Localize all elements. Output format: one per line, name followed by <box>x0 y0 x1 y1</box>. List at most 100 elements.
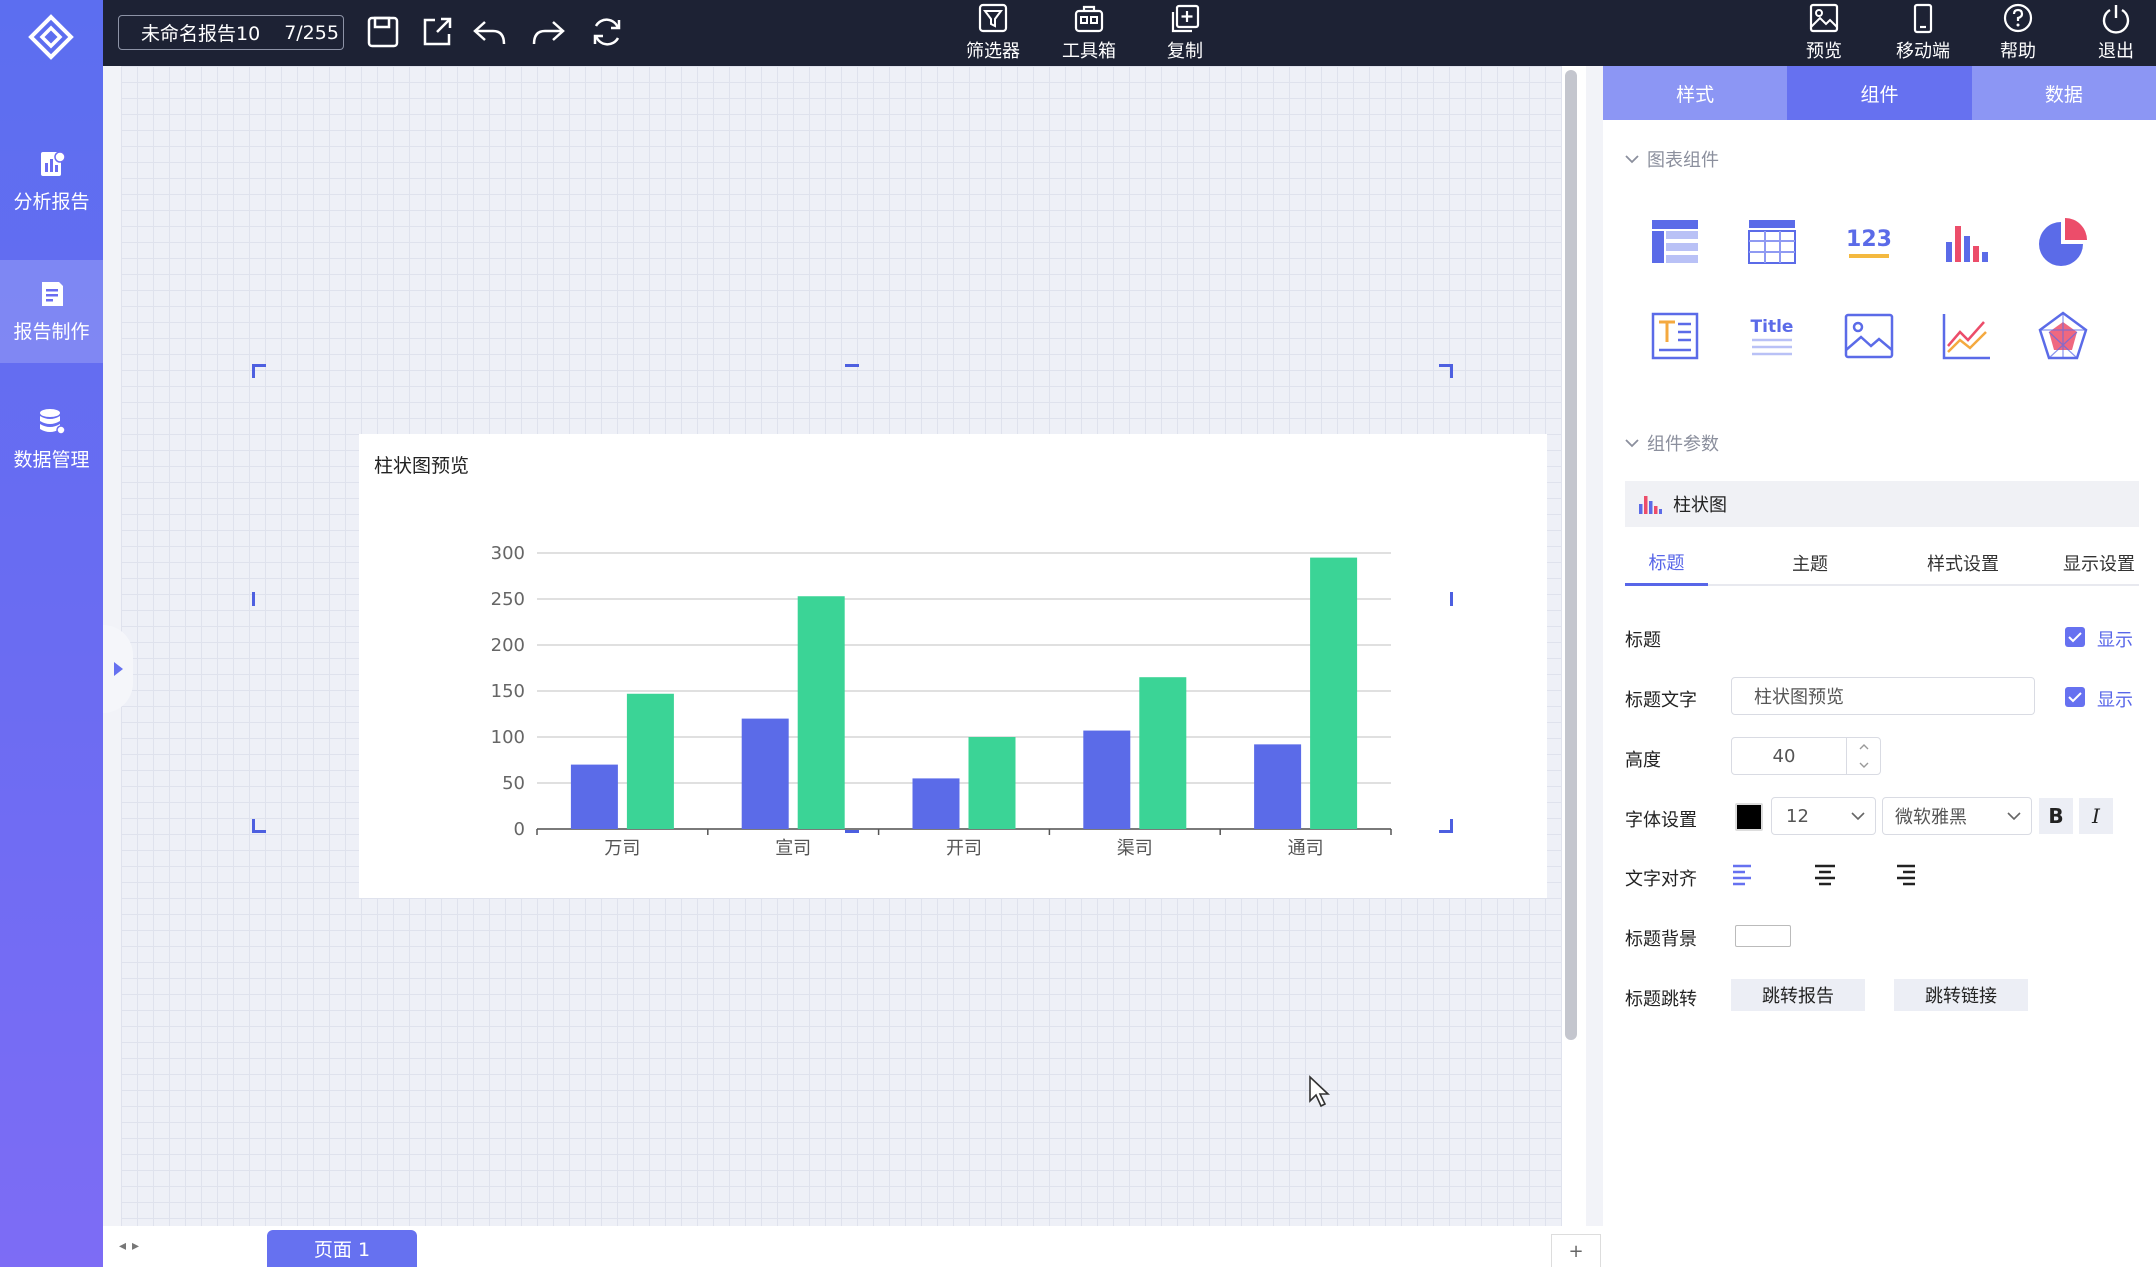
bar-series-2-2 <box>797 596 845 829</box>
chevron-down-icon <box>2007 811 2021 820</box>
logout-button[interactable]: 退出 <box>2091 0 2141 66</box>
copy-tool-label: 复制 <box>1167 41 1203 62</box>
resize-handle-right[interactable] <box>1450 592 1453 606</box>
title-show-checkbox[interactable] <box>2065 627 2085 647</box>
toolbox-tool-button[interactable]: 工具箱 <box>1059 0 1119 66</box>
bold-button[interactable]: B <box>2039 798 2073 834</box>
number-card-icon[interactable]: 123 <box>1843 216 1895 268</box>
jump-link-button[interactable]: 跳转链接 <box>1894 979 2028 1011</box>
radar-chart-icon[interactable] <box>2037 310 2089 362</box>
logo-icon[interactable] <box>28 14 74 60</box>
preview-icon <box>1809 3 1839 33</box>
y-tick-label: 100 <box>491 727 525 748</box>
section-component-params[interactable]: 组件参数 <box>1625 430 1719 456</box>
subtab-display-settings[interactable]: 显示设置 <box>2049 540 2149 586</box>
mobile-button[interactable]: 移动端 <box>1891 0 1955 66</box>
x-tick-label: 渠司 <box>1117 838 1153 859</box>
title-show-label: 标题 <box>1625 630 1661 651</box>
chevron-up-icon[interactable] <box>1859 744 1869 750</box>
chart-type-label: 柱状图 <box>1673 495 1727 516</box>
text-icon[interactable] <box>1649 310 1701 362</box>
font-size-select[interactable]: 12 <box>1771 797 1876 835</box>
x-tick-label: 通司 <box>1288 838 1324 859</box>
export-icon[interactable] <box>419 14 455 50</box>
subtab-title[interactable]: 标题 <box>1625 540 1708 586</box>
resize-handle-top[interactable] <box>845 364 859 367</box>
height-stepper-buttons[interactable] <box>1846 738 1880 774</box>
y-tick-label: 0 <box>514 819 525 840</box>
filter-tool-button[interactable]: 筛选器 <box>963 0 1023 66</box>
copy-icon <box>1171 4 1200 33</box>
tab-style[interactable]: 样式 <box>1603 66 1788 120</box>
resize-handle-bottom-right[interactable] <box>1439 819 1453 833</box>
bar-series-2-4 <box>1139 677 1187 829</box>
title-jump-label: 标题跳转 <box>1625 989 1697 1010</box>
report-name-box[interactable]: 未命名报告10 7/255 <box>118 15 344 50</box>
resize-handle-top-right[interactable] <box>1439 364 1453 378</box>
report-canvas[interactable]: 柱状图预览 0 50 100 150 200 250 300 万司 宣司 开司 渠司 通司 <box>103 66 1603 1226</box>
resize-handle-bottom-left[interactable] <box>252 819 266 833</box>
chevron-down-icon[interactable] <box>1859 762 1869 768</box>
title-bg-color-swatch[interactable] <box>1735 925 1791 947</box>
height-label: 高度 <box>1625 750 1661 771</box>
redo-icon[interactable] <box>531 14 567 50</box>
align-left-icon[interactable] <box>1731 862 1755 886</box>
line-chart-icon[interactable] <box>1940 310 1992 362</box>
database-icon <box>39 409 66 435</box>
italic-button[interactable]: I <box>2079 798 2113 834</box>
title-text-show-checkbox[interactable] <box>2065 687 2085 707</box>
bar-chart: 0 50 100 150 200 250 300 万司 宣司 开司 渠司 通司 <box>491 543 1392 859</box>
y-tick-label: 200 <box>491 635 525 656</box>
cross-table-icon[interactable] <box>1746 216 1798 268</box>
title-icon[interactable]: Title <box>1746 310 1798 362</box>
undo-icon[interactable] <box>471 14 507 50</box>
sidebar-item-report-edit[interactable]: 报告制作 <box>0 260 103 363</box>
sidebar-item-data-manage[interactable]: 数据管理 <box>0 388 103 491</box>
y-tick-label: 150 <box>491 681 525 702</box>
bar-series-1-2 <box>741 718 789 829</box>
font-family-select[interactable]: 微软雅黑 <box>1882 797 2032 835</box>
toolbox-tool-label: 工具箱 <box>1062 41 1116 62</box>
tab-components[interactable]: 组件 <box>1787 66 1972 120</box>
subtab-theme[interactable]: 主题 <box>1765 540 1855 586</box>
resize-handle-bottom[interactable] <box>845 830 859 833</box>
bar-chart-icon <box>1639 496 1662 514</box>
sidebar-item-analysis-report[interactable]: 分析报告 <box>0 130 103 233</box>
bar-series-1-1 <box>570 764 618 829</box>
preview-label: 预览 <box>1806 41 1842 62</box>
bar-chart-widget[interactable]: 柱状图预览 0 50 100 150 200 250 300 万司 宣司 开司 渠司 通司 <box>359 434 1547 898</box>
resize-handle-left[interactable] <box>252 592 255 606</box>
panel-tabs: 样式 组件 数据 <box>1603 66 2156 120</box>
canvas-scroll-thumb[interactable] <box>1565 70 1577 1040</box>
pie-chart-icon[interactable] <box>2037 216 2089 268</box>
align-right-icon[interactable] <box>1893 862 1917 886</box>
add-page-button[interactable]: + <box>1551 1234 1601 1267</box>
sidebar-item-label: 数据管理 <box>13 449 90 471</box>
preview-button[interactable]: 预览 <box>1797 0 1851 66</box>
sidebar-item-label: 分析报告 <box>13 191 90 213</box>
page-scroll-arrows[interactable]: ◂▸ <box>119 1238 145 1254</box>
copy-tool-button[interactable]: 复制 <box>1155 0 1215 66</box>
subtab-style-settings[interactable]: 样式设置 <box>1893 540 2033 586</box>
title-text-input[interactable]: 柱状图预览 <box>1731 677 2035 715</box>
help-button[interactable]: 帮助 <box>1993 0 2043 66</box>
align-center-icon[interactable] <box>1813 862 1837 886</box>
image-icon[interactable] <box>1843 310 1895 362</box>
title-text-show-text[interactable]: 显示 <box>2097 686 2133 712</box>
tab-data[interactable]: 数据 <box>1971 66 2156 120</box>
chevron-down-icon <box>1625 439 1639 448</box>
height-stepper[interactable]: 40 <box>1731 737 1881 775</box>
bar-series-1-3 <box>912 778 960 829</box>
resize-handle-top-left[interactable] <box>252 364 266 378</box>
font-color-swatch[interactable] <box>1735 803 1763 831</box>
power-icon <box>2102 5 2130 34</box>
jump-report-button[interactable]: 跳转报告 <box>1731 979 1865 1011</box>
check-icon <box>2068 692 2082 703</box>
page-tab-1[interactable]: 页面 1 <box>267 1230 417 1267</box>
bar-chart-icon[interactable] <box>1940 216 1992 268</box>
refresh-icon[interactable] <box>589 14 625 50</box>
section-chart-components[interactable]: 图表组件 <box>1625 146 1719 172</box>
title-show-text[interactable]: 显示 <box>2097 626 2133 652</box>
table-icon[interactable] <box>1649 216 1701 268</box>
save-icon[interactable] <box>365 14 401 50</box>
